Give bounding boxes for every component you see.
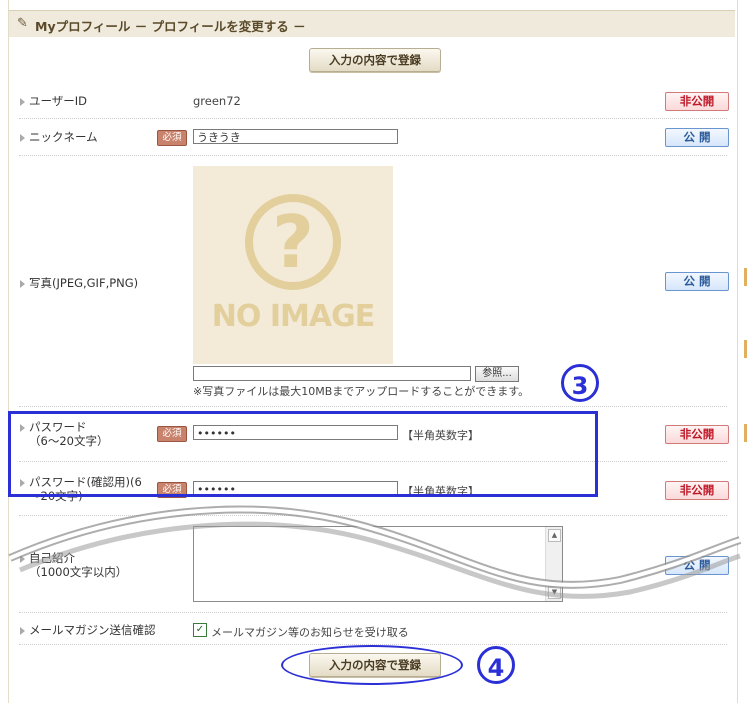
magazine-label: メールマガジン送信確認: [20, 623, 156, 637]
pencil-icon: ✎: [17, 16, 28, 31]
userid-label: ユーザーID: [20, 94, 87, 108]
required-badge: 必須: [157, 130, 187, 146]
row-divider: [19, 155, 727, 156]
step-4-marker: 4: [477, 646, 515, 684]
bullet-arrow-icon: [20, 133, 25, 142]
question-mark-icon: ?: [245, 194, 341, 290]
submit-highlight-oval: [281, 645, 463, 685]
bullet-arrow-icon: [20, 626, 25, 635]
step-3-marker: 3: [561, 364, 599, 402]
password-confirm-visibility-button[interactable]: 非公開: [665, 481, 729, 500]
photo-visibility-button[interactable]: 公 開: [665, 272, 729, 291]
password-highlight-box: [8, 411, 598, 497]
browse-button[interactable]: 参照...: [475, 366, 519, 382]
userid-value: green72: [193, 94, 241, 108]
bullet-arrow-icon: [20, 279, 25, 288]
page-header: ✎ Myプロフィール － プロフィールを変更する －: [9, 10, 735, 37]
no-image-placeholder: ? NO IMAGE: [193, 166, 393, 364]
photo-file-input[interactable]: [193, 366, 471, 381]
magazine-checkbox-label: メールマガジン等のお知らせを受け取る: [211, 626, 409, 639]
page-title: Myプロフィール － プロフィールを変更する －: [35, 19, 306, 34]
userid-visibility-button[interactable]: 非公開: [665, 92, 729, 111]
nickname-visibility-button[interactable]: 公 開: [665, 128, 729, 147]
nickname-label: ニックネーム: [20, 130, 98, 144]
side-accent: [744, 268, 747, 286]
bullet-arrow-icon: [20, 97, 25, 106]
photo-label: 写真(JPEG,GIF,PNG): [20, 276, 138, 290]
password-visibility-button[interactable]: 非公開: [665, 425, 729, 444]
no-image-text: NO IMAGE: [211, 299, 375, 334]
submit-button-top[interactable]: 入力の内容で登録: [309, 48, 441, 72]
photo-note: ※写真ファイルは最大10MBまでアップロードすることができます。: [193, 385, 530, 398]
wave-overlay-graphic: [8, 505, 742, 599]
row-divider: [19, 118, 727, 119]
row-divider: [19, 406, 727, 407]
magazine-checkbox[interactable]: ✓: [193, 623, 207, 637]
row-divider: [19, 612, 727, 613]
side-accent: [744, 340, 747, 358]
nickname-input[interactable]: うきうき: [193, 129, 398, 144]
side-accent: [744, 424, 747, 442]
